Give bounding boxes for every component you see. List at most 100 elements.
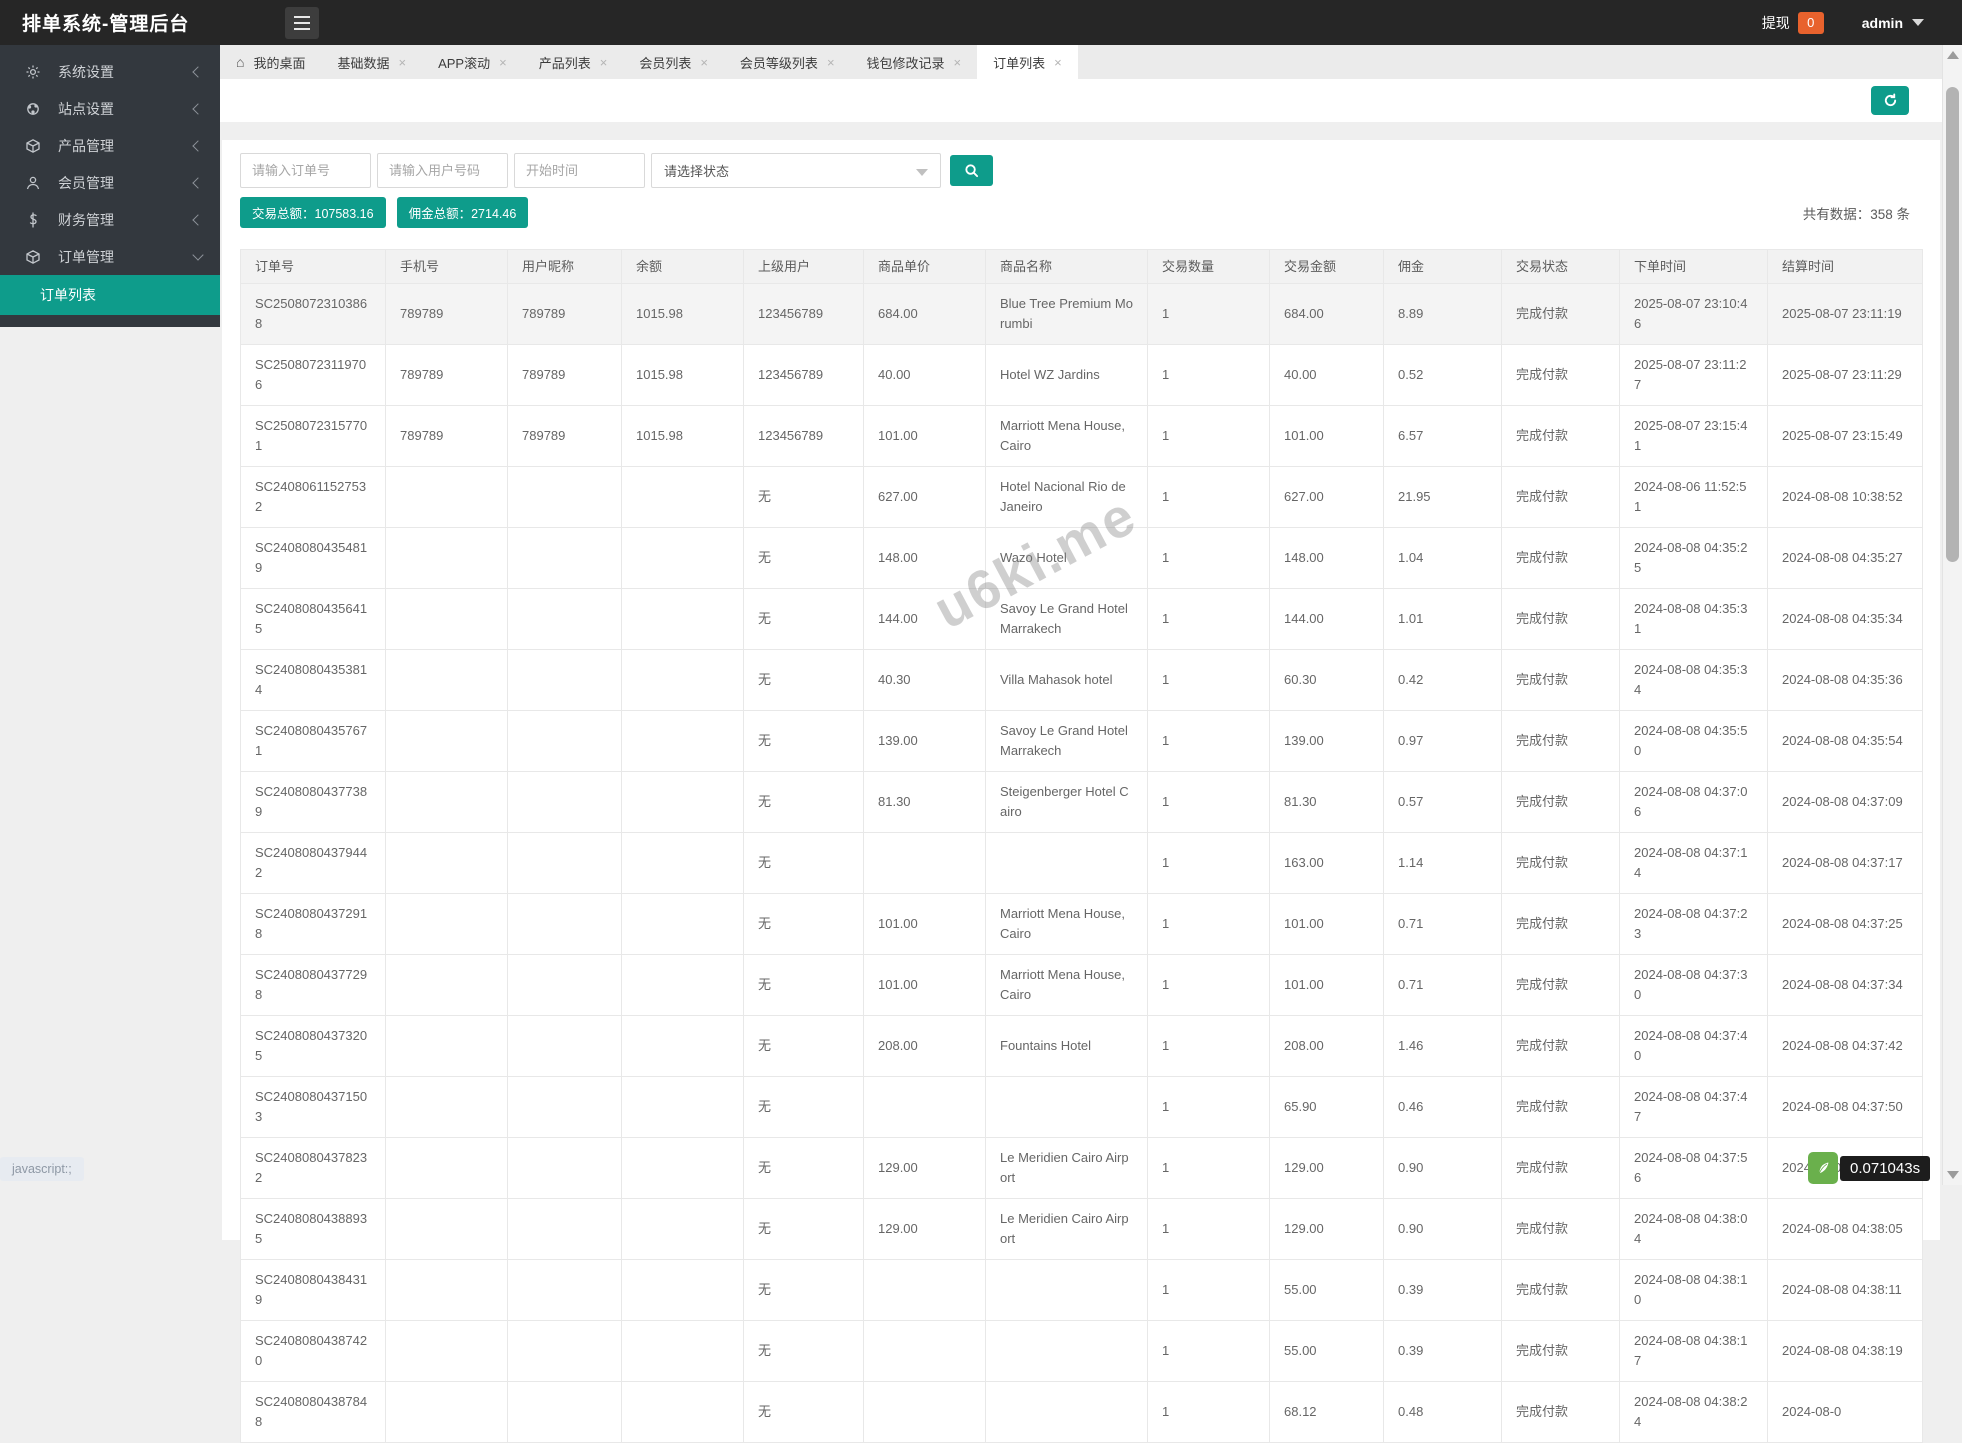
table-cell: 0.57 (1384, 772, 1502, 833)
table-cell: 0.97 (1384, 711, 1502, 772)
table-cell: 40.00 (864, 345, 986, 406)
table-cell: 1 (1148, 1260, 1270, 1321)
table-row: SC24080804372918无101.00Marriott Mena Hou… (241, 894, 1923, 955)
close-icon[interactable]: × (399, 55, 407, 70)
search-button[interactable] (950, 155, 993, 186)
user-menu[interactable]: admin (1862, 15, 1924, 31)
table-cell: 81.30 (1270, 772, 1384, 833)
table-cell: 无 (744, 589, 864, 650)
close-icon[interactable]: × (954, 55, 962, 70)
sidebar-item-0[interactable]: 系统设置 (0, 53, 220, 90)
table-cell (508, 1016, 622, 1077)
table-cell: 无 (744, 1016, 864, 1077)
leaf-logo-icon (1808, 1152, 1838, 1184)
sidebar-item-1[interactable]: 站点设置 (0, 90, 220, 127)
table-cell: 1 (1148, 894, 1270, 955)
menu-toggle-icon[interactable] (285, 7, 319, 39)
product-icon (24, 137, 42, 155)
table-cell (508, 1199, 622, 1260)
refresh-icon (1883, 93, 1898, 108)
table-cell: 148.00 (1270, 528, 1384, 589)
column-header: 结算时间 (1768, 250, 1923, 284)
table-cell: 完成付款 (1502, 1382, 1620, 1443)
table-cell: 无 (744, 894, 864, 955)
sidebar-item-3[interactable]: 会员管理 (0, 164, 220, 201)
table-cell: SC24080804379442 (241, 833, 386, 894)
sidebar-item-2[interactable]: 产品管理 (0, 127, 220, 164)
table-cell: 2024-08-08 04:37:50 (1768, 1077, 1923, 1138)
table-cell: SC24080611527532 (241, 467, 386, 528)
tab-6[interactable]: 钱包修改记录× (851, 45, 978, 79)
table-cell: 2024-08-08 04:37:34 (1768, 955, 1923, 1016)
table-cell: 完成付款 (1502, 772, 1620, 833)
table-cell: 8.89 (1384, 284, 1502, 345)
table-cell (508, 467, 622, 528)
close-icon[interactable]: × (499, 55, 507, 70)
close-icon[interactable]: × (827, 55, 835, 70)
order-no-input[interactable] (240, 153, 371, 188)
table-cell: SC24080804384319 (241, 1260, 386, 1321)
close-icon[interactable]: × (1054, 55, 1062, 70)
table-cell: 139.00 (1270, 711, 1384, 772)
table-cell: 123456789 (744, 284, 864, 345)
table-cell: 81.30 (864, 772, 986, 833)
user-no-input[interactable] (377, 153, 508, 188)
table-cell: 2024-08-08 04:35:54 (1768, 711, 1923, 772)
table-cell (864, 1382, 986, 1443)
withdraw-link[interactable]: 提现 0 (1762, 12, 1824, 34)
table-cell (386, 467, 508, 528)
scrollbar-thumb[interactable] (1946, 87, 1959, 562)
tab-7[interactable]: 订单列表× (977, 45, 1078, 79)
table-row: SC24080804388935无129.00Le Meridien Cairo… (241, 1199, 1923, 1260)
table-cell: 无 (744, 1199, 864, 1260)
table-cell (864, 1321, 986, 1382)
table-cell: 完成付款 (1502, 894, 1620, 955)
sidebar-item-4[interactable]: 财务管理 (0, 201, 220, 238)
table-cell: 2025-08-07 23:15:41 (1620, 406, 1768, 467)
table-cell: 完成付款 (1502, 650, 1620, 711)
sidebar-item-order-list[interactable]: 订单列表 (0, 275, 220, 315)
table-cell: 60.30 (1270, 650, 1384, 711)
table-row: SC24080804357671无139.00Savoy Le Grand Ho… (241, 711, 1923, 772)
tab-0[interactable]: ⌂我的桌面 (220, 45, 321, 79)
table-cell: 2024-08-08 04:35:25 (1620, 528, 1768, 589)
start-time-input[interactable] (514, 153, 645, 188)
status-select[interactable]: 请选择状态 (651, 153, 941, 188)
table-cell: 完成付款 (1502, 528, 1620, 589)
table-cell (622, 467, 744, 528)
close-icon[interactable]: × (700, 55, 708, 70)
table-cell: 627.00 (1270, 467, 1384, 528)
close-icon[interactable]: × (600, 55, 608, 70)
tab-5[interactable]: 会员等级列表× (724, 45, 851, 79)
table-row: SC24080804356415无144.00Savoy Le Grand Ho… (241, 589, 1923, 650)
table-cell: 1 (1148, 1016, 1270, 1077)
table-cell: SC24080804356415 (241, 589, 386, 650)
table-cell (864, 1260, 986, 1321)
table-cell: 684.00 (864, 284, 986, 345)
column-header: 下单时间 (1620, 250, 1768, 284)
scroll-up-icon[interactable] (1947, 51, 1959, 59)
sidebar-item-5[interactable]: 订单管理 (0, 238, 220, 275)
table-cell: 789789 (508, 345, 622, 406)
tab-2[interactable]: APP滚动× (422, 45, 523, 79)
table-cell: 2024-08-08 04:35:27 (1768, 528, 1923, 589)
table-cell (622, 955, 744, 1016)
vertical-scrollbar[interactable] (1942, 45, 1962, 1185)
table-cell: 101.00 (1270, 955, 1384, 1016)
column-header: 交易状态 (1502, 250, 1620, 284)
table-cell: 101.00 (864, 955, 986, 1016)
table-cell: 1 (1148, 406, 1270, 467)
tab-4[interactable]: 会员列表× (623, 45, 724, 79)
column-header: 上级用户 (744, 250, 864, 284)
table-cell (386, 650, 508, 711)
table-cell: SC24080804372918 (241, 894, 386, 955)
scroll-down-icon[interactable] (1947, 1171, 1959, 1179)
table-cell: SC24080804388935 (241, 1199, 386, 1260)
sidebar-item-label: 系统设置 (58, 62, 194, 82)
tab-3[interactable]: 产品列表× (523, 45, 624, 79)
table-cell: 完成付款 (1502, 711, 1620, 772)
table-cell: 789789 (508, 284, 622, 345)
refresh-button[interactable] (1871, 86, 1909, 115)
table-cell (386, 772, 508, 833)
tab-1[interactable]: 基础数据× (321, 45, 422, 79)
